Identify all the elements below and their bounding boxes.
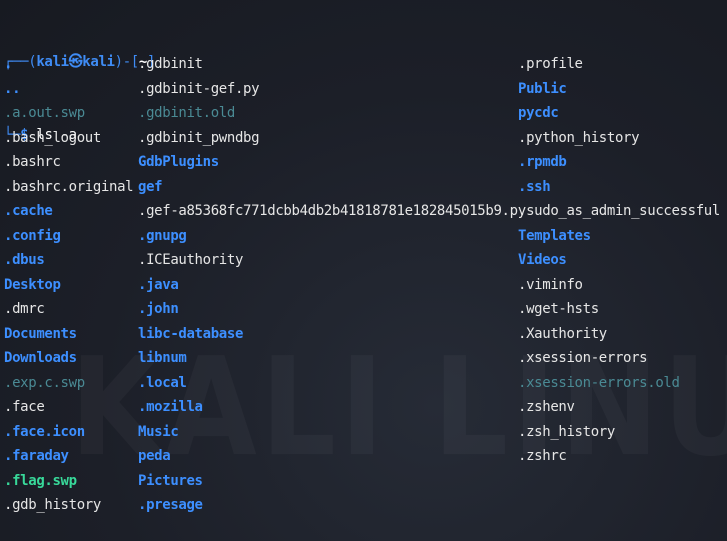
file-entry: .zsh_history <box>518 423 615 440</box>
directory-entry: libnum <box>138 350 187 366</box>
file-entry: .zshrc <box>518 448 567 464</box>
file-entry: .viminfo <box>518 276 583 293</box>
file-entry: .ICEauthority <box>138 252 244 268</box>
directory-entry: libc-database <box>138 325 244 342</box>
file-entry: .bash_logout <box>4 129 101 146</box>
terminal-window[interactable]: KALI LINUX ┌──(kali㉿kali)-[~] └─$ ls -a … <box>0 0 727 541</box>
directory-entry: GdbPlugins <box>138 154 219 170</box>
file-entry: .gdb_history <box>4 497 101 513</box>
directory-entry: .face.icon <box>4 423 85 440</box>
directory-entry: peda <box>138 448 171 464</box>
file-entry: .xsession-errors.old <box>518 374 680 391</box>
file-entry: .flag.swp <box>4 472 77 489</box>
file-entry: .profile <box>518 56 583 72</box>
directory-entry: Music <box>138 423 179 440</box>
file-entry: .a.out.swp <box>4 105 85 121</box>
file-entry: .xsession-errors <box>518 350 648 366</box>
file-entry: .gdbinit-gef.py <box>138 80 260 97</box>
ls-column-1: ... .a.out.swp .bash_logout .bashrc .bashrc.… <box>4 52 134 518</box>
directory-entry: .java <box>138 276 179 293</box>
ls-column-2: .gdbinit .gdbinit-gef.py .gdbinit.old .gdbi… <box>138 52 526 518</box>
file-entry: .gdbinit_pwndbg <box>138 129 260 146</box>
directory-entry: Templates <box>518 227 591 244</box>
directory-entry: pycdc <box>518 105 559 121</box>
file-entry: .bashrc <box>4 154 61 170</box>
file-entry: .sudo_as_admin_successful <box>518 203 720 219</box>
directory-entry: Documents <box>4 325 77 342</box>
file-entry: .bashrc.original <box>4 178 134 195</box>
directory-entry: Videos <box>518 252 567 268</box>
directory-entry: .config <box>4 227 61 244</box>
directory-entry: Public <box>518 80 567 97</box>
directory-entry: .. <box>4 80 21 97</box>
directory-entry: .presage <box>138 497 203 513</box>
directory-entry: .dbus <box>4 252 45 268</box>
file-entry: .zshenv <box>518 399 575 415</box>
directory-entry: Desktop <box>4 276 61 293</box>
file-entry: .face <box>4 399 45 415</box>
file-entry: .Xauthority <box>518 325 607 342</box>
directory-entry: .faraday <box>4 448 69 464</box>
file-entry: .gef-a85368fc771dcbb4db2b41818781e182845… <box>138 203 526 219</box>
directory-entry: .local <box>138 374 187 391</box>
directory-entry: .john <box>138 301 179 317</box>
ls-output: ... .a.out.swp .bash_logout .bashrc .bashrc.… <box>4 52 720 513</box>
directory-entry: . <box>4 56 13 72</box>
directory-entry: .rpmdb <box>518 154 567 170</box>
file-entry: .dmrc <box>4 301 45 317</box>
directory-entry: Downloads <box>4 350 77 366</box>
directory-entry: gef <box>138 178 163 195</box>
file-entry: .python_history <box>518 129 640 146</box>
file-entry: .exp.c.swp <box>4 374 85 391</box>
file-entry: .gdbinit.old <box>138 105 235 121</box>
ls-column-3: .profile Public pycdc .python_history .rpmdb… <box>518 52 720 469</box>
file-entry: .gdbinit <box>138 56 203 72</box>
directory-entry: .gnupg <box>138 227 187 244</box>
directory-entry: .mozilla <box>138 399 203 415</box>
directory-entry: .ssh <box>518 178 551 195</box>
file-entry: .wget-hsts <box>518 301 599 317</box>
directory-entry: Pictures <box>138 472 203 489</box>
directory-entry: .cache <box>4 203 53 219</box>
